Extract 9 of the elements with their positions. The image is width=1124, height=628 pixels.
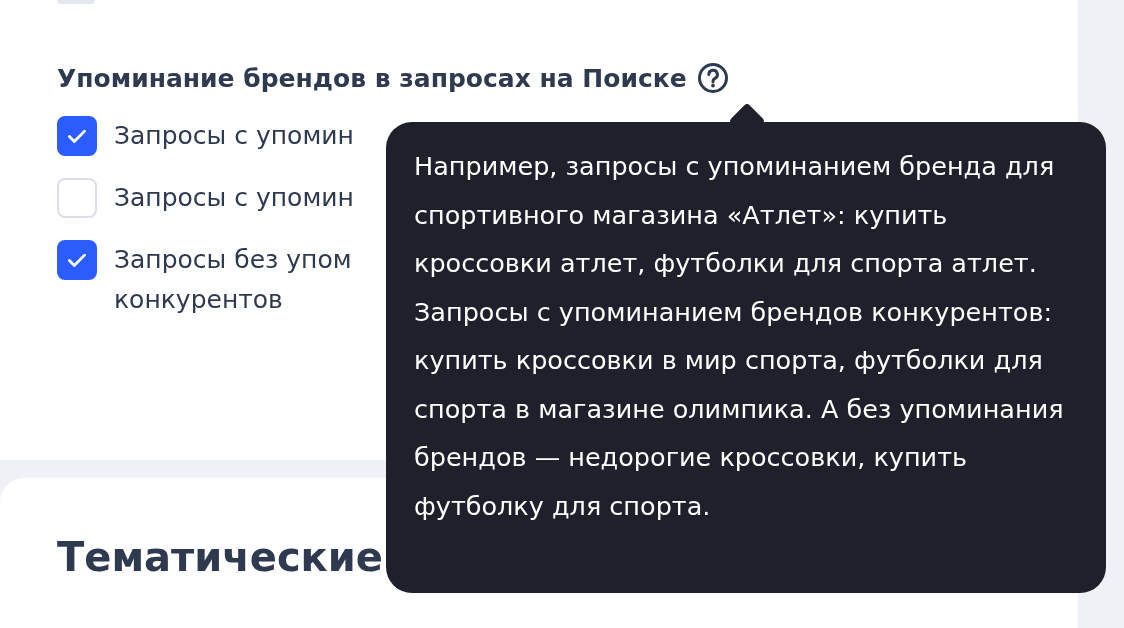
checkbox-label[interactable]: Запросы без упом конкурентов [114,240,352,320]
section-title: Упоминание брендов в запросах на Поиске [57,63,687,93]
checkbox-label[interactable]: Запросы с упомин [114,178,354,218]
checkbox-label[interactable]: Запросы с упомин [114,116,354,156]
checkbox[interactable] [57,116,97,156]
tooltip-text: Например, запросы с упоминанием бренда для спортивного магазина «Атлет»: купить кроссовки атлет, футболки для спорта атлет. Запросы с упоминанием брендов конкурентов: купить кроссовки в мир спорта, футболки для спорта в магазине олимпика. А без упоминания брендов — недорогие кроссовки, купить футболку для спорта. [414,150,1065,523]
checkbox[interactable] [57,240,97,280]
section-title: Тематические [57,534,383,580]
help-icon[interactable] [696,62,729,94]
